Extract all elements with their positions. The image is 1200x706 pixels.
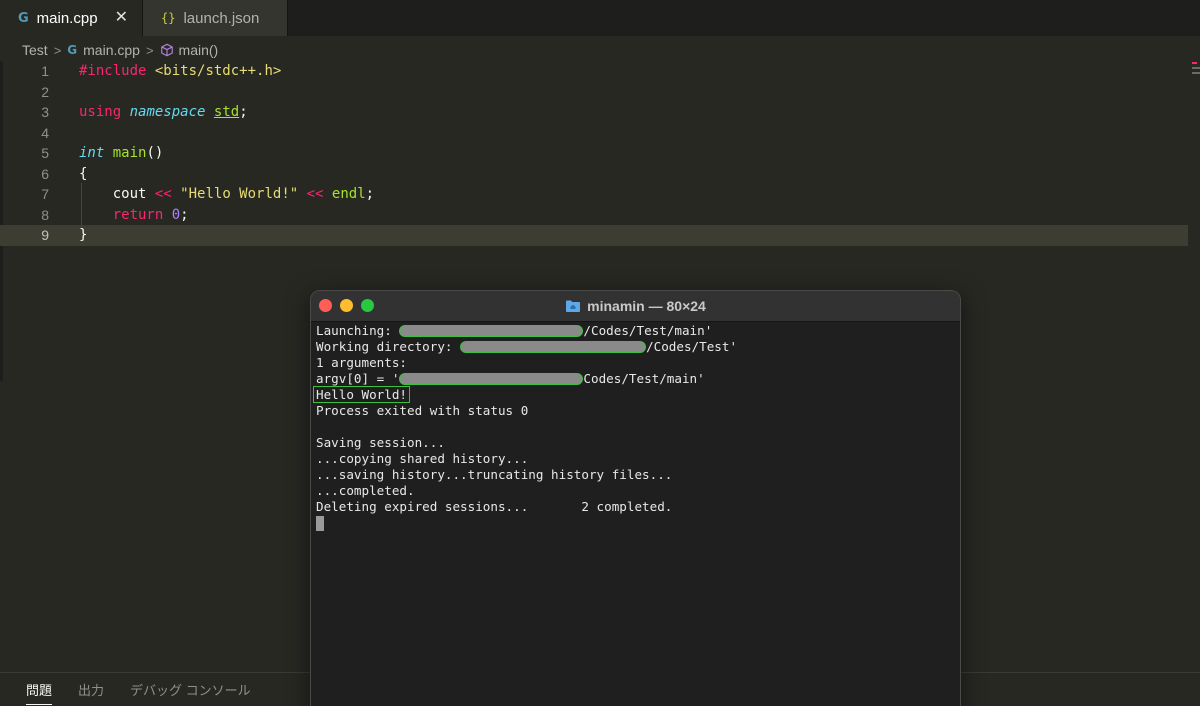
terminal-title-text: minamin — 80×24 bbox=[587, 298, 706, 314]
tab-problems[interactable]: 問題 bbox=[26, 673, 53, 706]
chevron-right-icon: > bbox=[53, 42, 62, 58]
identifier-cout: cout bbox=[112, 186, 147, 203]
preprocessor-directive: #include bbox=[79, 63, 147, 80]
stream-operator: << bbox=[306, 186, 324, 203]
tab-launch-json[interactable]: {} launch.json bbox=[143, 0, 288, 36]
code-line-6: 6 { bbox=[0, 164, 1188, 185]
chevron-right-icon: > bbox=[145, 42, 154, 58]
json-file-icon: {} bbox=[161, 11, 176, 25]
breadcrumb-folder[interactable]: Test bbox=[22, 42, 48, 58]
line-number: 4 bbox=[41, 124, 49, 141]
number-literal: 0 bbox=[171, 206, 181, 223]
terminal-line: Process exited with status 0 bbox=[316, 403, 529, 418]
close-brace: } bbox=[79, 227, 88, 244]
minimap[interactable] bbox=[1192, 62, 1200, 82]
terminal-line: argv[0] = ' Codes/Test/main' bbox=[316, 371, 737, 387]
line-number: 5 bbox=[41, 145, 49, 162]
code-line-9-current: 9 } bbox=[0, 225, 1188, 246]
tab-main-cpp[interactable]: G main.cpp ✕ bbox=[0, 0, 143, 36]
breadcrumb-symbol[interactable]: main() bbox=[179, 42, 219, 58]
minimize-window-button[interactable] bbox=[340, 299, 353, 312]
output-text: Launching: bbox=[316, 323, 400, 338]
code-line-7: 7 cout << "Hello World!" << endl; bbox=[0, 184, 1188, 205]
hello-world-output: Hello World! bbox=[313, 386, 410, 403]
semicolon: ; bbox=[239, 104, 248, 121]
keyword-using: using bbox=[79, 104, 122, 121]
parens: () bbox=[146, 145, 164, 162]
tab-debug-console[interactable]: デバッグ コンソール bbox=[130, 673, 251, 706]
function-name: main bbox=[112, 145, 147, 162]
code-line-5: 5 int main() bbox=[0, 143, 1188, 164]
tab-output[interactable]: 出力 bbox=[78, 673, 104, 706]
terminal-cursor bbox=[316, 516, 324, 531]
terminal-line: Launching: /Codes/Test/main' bbox=[316, 323, 737, 339]
terminal-prompt-line[interactable] bbox=[316, 515, 737, 531]
output-text: /Codes/Test/main' bbox=[583, 323, 713, 338]
identifier-endl: endl bbox=[331, 186, 366, 203]
output-text: Codes/Test/main' bbox=[583, 371, 705, 386]
stream-operator: << bbox=[154, 186, 172, 203]
string-literal: "Hello World!" bbox=[180, 186, 299, 203]
terminal-line: 1 arguments: bbox=[316, 355, 407, 370]
output-text: Working directory: bbox=[316, 339, 461, 354]
semicolon: ; bbox=[180, 206, 189, 223]
line-number: 6 bbox=[41, 165, 49, 182]
line-number: 8 bbox=[41, 206, 49, 223]
type-int: int bbox=[79, 145, 105, 162]
line-number: 2 bbox=[41, 83, 49, 100]
terminal-line: Working directory: /Codes/Test' bbox=[316, 339, 737, 355]
editor-tab-bar: G main.cpp ✕ {} launch.json bbox=[0, 0, 1200, 36]
terminal-title: minamin — 80×24 bbox=[565, 298, 706, 314]
line-number: 3 bbox=[41, 104, 49, 121]
indent-guide bbox=[81, 183, 82, 227]
terminal-line: Deleting expired sessions... 2 completed… bbox=[316, 499, 673, 514]
breadcrumb: Test > G main.cpp > main() bbox=[22, 40, 218, 60]
terminal-line: ...saving history...truncating history f… bbox=[316, 467, 673, 482]
terminal-line: ...copying shared history... bbox=[316, 451, 529, 466]
terminal-output[interactable]: Launching: /Codes/Test/main' Working dir… bbox=[313, 323, 737, 531]
line-number: 1 bbox=[41, 63, 49, 80]
zoom-window-button[interactable] bbox=[361, 299, 374, 312]
redacted-path bbox=[399, 324, 584, 337]
tab-label: main.cpp bbox=[36, 9, 98, 27]
code-line-3: 3 using namespace std; bbox=[0, 102, 1188, 123]
close-icon[interactable]: ✕ bbox=[115, 10, 128, 26]
line-number: 9 bbox=[41, 227, 49, 244]
code-editor[interactable]: 1 #include <bits/stdc++.h> 2 3 using nam… bbox=[0, 61, 1200, 261]
terminal-window[interactable]: minamin — 80×24 Launching: /Codes/Test/m… bbox=[310, 290, 961, 706]
terminal-line: Hello World! bbox=[313, 386, 737, 403]
cpp-file-icon: G bbox=[67, 43, 78, 57]
redacted-path bbox=[399, 372, 584, 385]
code-line-4: 4 bbox=[0, 123, 1188, 144]
code-line-1: 1 #include <bits/stdc++.h> bbox=[0, 61, 1188, 82]
cpp-file-icon: G bbox=[18, 10, 29, 26]
open-brace: { bbox=[79, 165, 88, 182]
close-window-button[interactable] bbox=[319, 299, 332, 312]
namespace-std: std bbox=[213, 104, 240, 121]
tab-label: launch.json bbox=[183, 9, 260, 27]
code-line-2: 2 bbox=[0, 82, 1188, 103]
keyword-return: return bbox=[112, 206, 164, 223]
terminal-titlebar[interactable]: minamin — 80×24 bbox=[311, 291, 960, 322]
window-controls bbox=[319, 299, 382, 312]
home-folder-icon bbox=[565, 299, 581, 313]
semicolon: ; bbox=[365, 186, 375, 203]
code-line-8: 8 return 0; bbox=[0, 205, 1188, 226]
breadcrumb-file[interactable]: main.cpp bbox=[83, 42, 140, 58]
include-header: <bits/stdc++.h> bbox=[154, 63, 282, 80]
line-number: 7 bbox=[41, 186, 49, 203]
keyword-namespace: namespace bbox=[129, 104, 206, 121]
method-cube-icon bbox=[160, 43, 174, 57]
redacted-path bbox=[460, 340, 647, 353]
output-text: argv[0] = ' bbox=[316, 371, 400, 386]
terminal-line: ...completed. bbox=[316, 483, 415, 498]
terminal-line: Saving session... bbox=[316, 435, 445, 450]
output-text: /Codes/Test' bbox=[646, 339, 738, 354]
